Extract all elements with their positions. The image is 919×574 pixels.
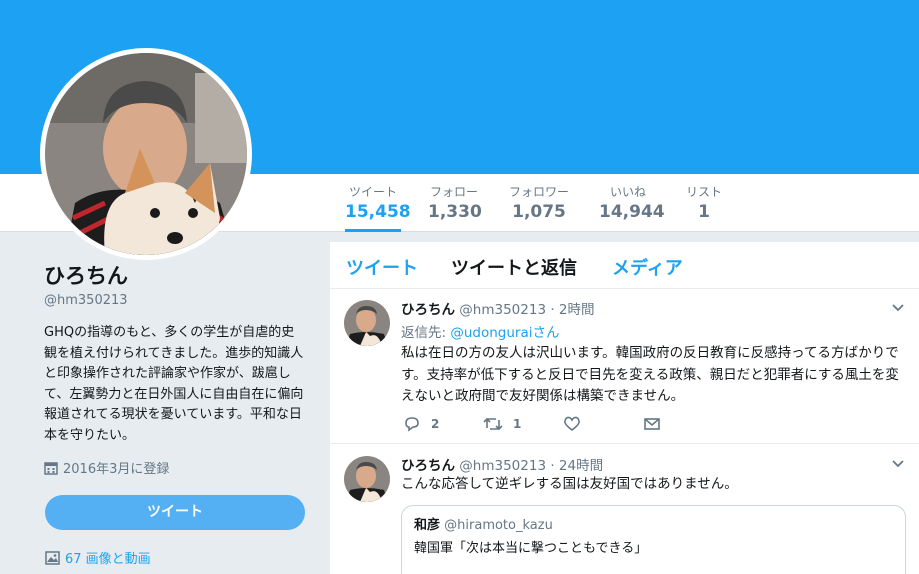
profile-name[interactable]: ひろちん — [44, 262, 314, 290]
tweet-header: ひろちん @hm350213 · 2時間 — [401, 298, 595, 318]
avatar-photo — [45, 53, 247, 255]
stat-value: 1 — [698, 202, 710, 222]
stat-followers[interactable]: フォロワー 1,075 — [506, 180, 572, 232]
stat-value: 15,458 — [345, 202, 411, 222]
reply-to: 返信先: @udonguraiさん — [401, 321, 559, 341]
tweet-author-handle[interactable]: @hm350213 — [459, 302, 546, 318]
stat-label: リスト — [685, 185, 722, 199]
quoted-tweet-text: 韓国軍「次は本当に撃つこともできる」 — [414, 541, 648, 556]
tweet-time[interactable]: · 24時間 — [550, 458, 603, 474]
avatar-thumb — [344, 456, 390, 502]
stat-label: フォロー — [429, 185, 478, 199]
timeline: ツイート ツイートと返信 メディア ひろちん @hm350213 · 2時間 返… — [330, 242, 919, 574]
profile-handle[interactable]: @hm350213 — [44, 290, 314, 312]
tab-tweets[interactable]: ツイート — [346, 254, 418, 280]
profile-joined: 2016年3月に登録 — [44, 458, 314, 477]
tab-tweets-and-replies[interactable]: ツイートと返信 — [451, 254, 577, 280]
stat-value: 14,944 — [599, 202, 665, 222]
avatar[interactable] — [344, 300, 390, 346]
stat-label: ツイート — [348, 185, 397, 199]
stat-lists[interactable]: リスト 1 — [684, 180, 724, 232]
reply-button[interactable]: 2 — [403, 416, 439, 432]
reply-count: 2 — [431, 417, 440, 431]
quoted-tweet-header: 和彦 @hiramoto_kazu — [414, 514, 893, 533]
media-link-label: 67 画像と動画 — [65, 552, 151, 567]
stat-following[interactable]: フォロー 1,330 — [428, 180, 482, 232]
timeline-tabs: ツイート ツイートと返信 メディア — [330, 242, 919, 289]
chevron-down-icon[interactable] — [891, 457, 905, 471]
message-button[interactable] — [643, 416, 671, 432]
image-icon — [45, 550, 60, 565]
tweet-header: ひろちん @hm350213 · 24時間 — [401, 454, 603, 474]
stat-value: 1,330 — [428, 202, 482, 222]
tweet-author-name[interactable]: ひろちん — [401, 458, 455, 474]
tweet-time[interactable]: · 2時間 — [550, 302, 594, 318]
stat-likes[interactable]: いいね 14,944 — [599, 180, 665, 232]
quoted-author-name: 和彦 — [414, 518, 441, 533]
tweet-author-handle[interactable]: @hm350213 — [459, 458, 546, 474]
tweet-text: こんな応答して逆ギレする国は友好国ではありません。 — [401, 476, 738, 492]
tweet-text: 私は在日の方の友人は沢山います。韓国政府の反日教育に反感持ってる方ばかりです。支… — [401, 345, 899, 404]
reply-prefix: 返信先: — [401, 325, 451, 341]
retweet-button[interactable]: 1 — [483, 416, 521, 432]
tweet[interactable]: ひろちん @hm350213 · 2時間 返信先: @udonguraiさん 私… — [330, 289, 919, 444]
reply-to-link[interactable]: @udonguraiさん — [450, 325, 559, 341]
stat-label: いいね — [609, 185, 646, 199]
joined-text: 2016年3月に登録 — [63, 462, 170, 477]
avatar[interactable] — [344, 456, 390, 502]
stat-label: フォロワー — [508, 185, 569, 199]
quoted-tweet[interactable]: 和彦 @hiramoto_kazu 韓国軍「次は本当に撃つこともできる」 — [401, 505, 906, 574]
quoted-author-handle: @hiramoto_kazu — [444, 518, 553, 533]
like-icon — [564, 416, 580, 432]
avatar-thumb — [344, 300, 390, 346]
like-button[interactable] — [563, 416, 591, 432]
reply-icon — [405, 417, 419, 432]
retweet-icon — [483, 417, 503, 431]
stat-value: 1,075 — [512, 202, 566, 222]
tweet-button[interactable]: ツイート — [45, 495, 305, 530]
profile-card: ひろちん @hm350213 GHQの指導のもと、多くの学生が自虐的史観を植え付… — [44, 262, 314, 477]
message-icon — [644, 418, 660, 430]
media-link[interactable]: 67 画像と動画 — [45, 548, 151, 567]
calendar-icon — [44, 461, 58, 475]
chevron-down-icon[interactable] — [891, 301, 905, 315]
profile-bio: GHQの指導のもと、多くの学生が自虐的史観を植え付けられてきました。進歩的知識人… — [44, 325, 304, 443]
retweet-count: 1 — [513, 417, 522, 431]
profile-avatar[interactable] — [40, 48, 252, 260]
stat-tweets[interactable]: ツイート 15,458 — [345, 180, 411, 232]
tweet[interactable]: ひろちん @hm350213 · 24時間 こんな応答して逆ギレする国は友好国で… — [330, 445, 919, 574]
tab-media[interactable]: メディア — [612, 254, 683, 280]
tweet-author-name[interactable]: ひろちん — [401, 302, 455, 318]
tweet-actions: 2 1 — [401, 416, 701, 436]
